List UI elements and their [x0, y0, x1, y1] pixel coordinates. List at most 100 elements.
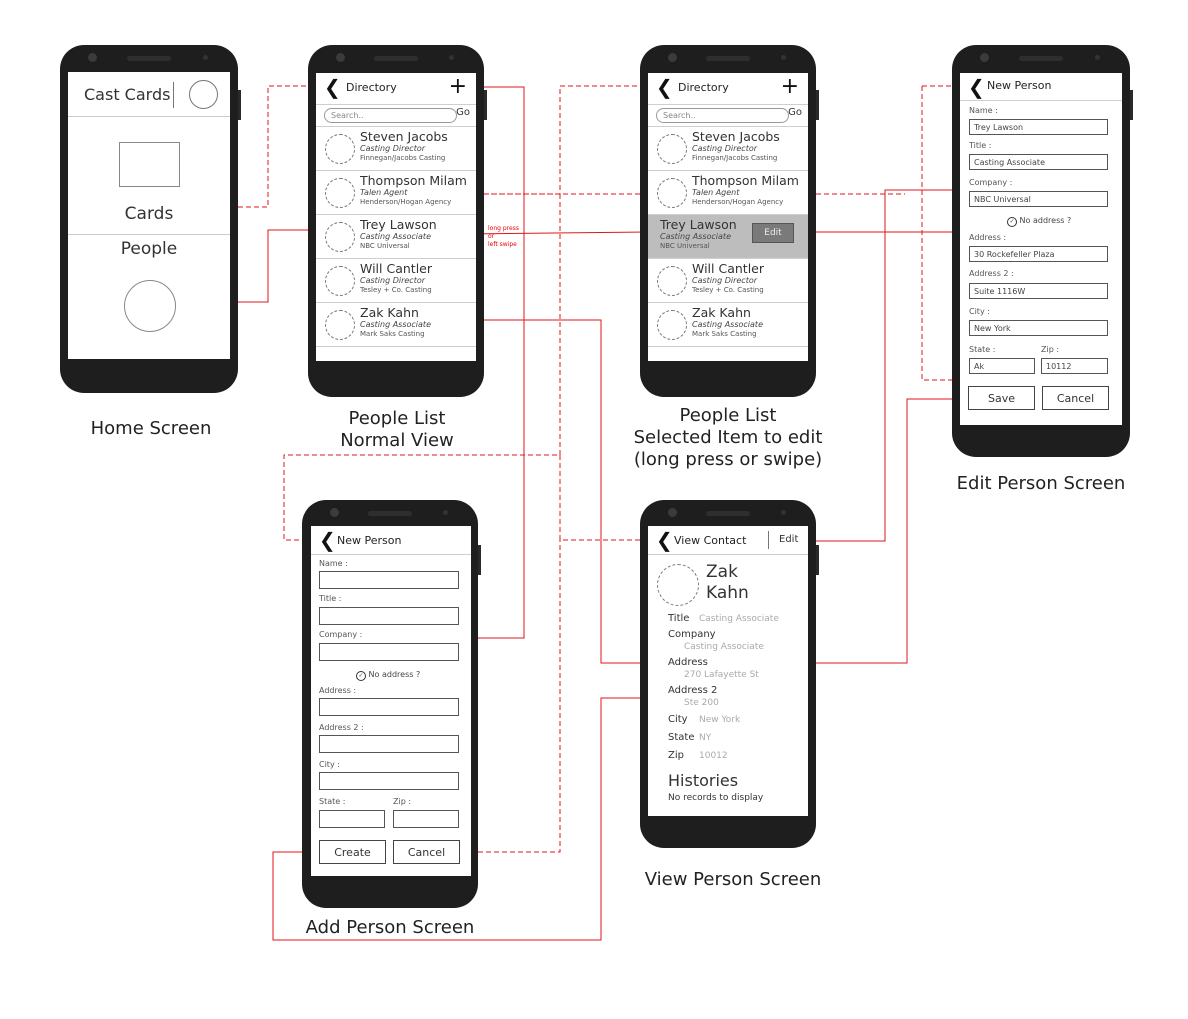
selected-list-item[interactable]: Trey Lawson Casting Associate NBC Univer…	[648, 214, 808, 258]
address-field[interactable]	[319, 698, 459, 716]
zip-field[interactable]	[393, 810, 459, 828]
list-item[interactable]: Will Cantler Casting Director Tesley + C…	[316, 258, 476, 302]
company-label: Company :	[969, 178, 1013, 187]
person-name: Zak Kahn	[360, 305, 419, 320]
name-field[interactable]	[319, 571, 459, 589]
person-company: NBC Universal	[360, 242, 410, 250]
edit-button[interactable]: Edit	[752, 223, 794, 243]
home-screen: Cast Cards Cards People	[68, 72, 230, 359]
city-field[interactable]: New York	[969, 320, 1108, 336]
person-company: Mark Saks Casting	[692, 330, 757, 338]
edit-link[interactable]: Edit	[779, 534, 798, 545]
title-field[interactable]	[319, 607, 459, 625]
state-field[interactable]: Ak	[969, 358, 1035, 374]
list-item[interactable]: Thompson Milam Talen Agent Henderson/Hog…	[648, 170, 808, 214]
city-field[interactable]	[319, 772, 459, 790]
back-arrow-icon[interactable]: ❮	[656, 76, 673, 98]
search-input[interactable]: Search..	[656, 108, 789, 123]
company-field[interactable]: NBC Universal	[969, 191, 1108, 207]
address-value: 270 Lafayette St	[684, 670, 759, 680]
address2-field[interactable]	[319, 735, 459, 753]
zip-label: Zip :	[393, 797, 412, 806]
avatar	[325, 266, 355, 296]
view-person-screen: ❮ View Contact Edit Zak Kahn Title Casti…	[648, 526, 808, 816]
person-name: Steven Jacobs	[692, 129, 780, 144]
add-person-icon[interactable]: +	[449, 73, 467, 101]
title-label: Title :	[969, 141, 992, 150]
no-address-toggle[interactable]: ✓ No address ?	[356, 670, 420, 681]
zip-field[interactable]: 10112	[1041, 358, 1108, 374]
people-list-selected-screen: ❮ Directory + Search.. Go Steven Jacobs …	[648, 73, 808, 361]
person-name: Steven Jacobs	[360, 129, 448, 144]
state-field[interactable]	[319, 810, 385, 828]
name-field[interactable]: Trey Lawson	[969, 119, 1108, 135]
person-company: Tesley + Co. Casting	[360, 286, 432, 294]
phone-people-list: ❮ Directory + Search.. Go Steven Jacobs …	[308, 45, 487, 397]
avatar	[325, 178, 355, 208]
person-role: Talen Agent	[360, 188, 408, 197]
add-person-icon[interactable]: +	[781, 73, 799, 101]
back-arrow-icon[interactable]: ❮	[324, 76, 341, 98]
person-role: Casting Director	[360, 144, 426, 153]
address2-field[interactable]: Suite 1116W	[969, 283, 1108, 299]
back-arrow-icon[interactable]: ❮	[968, 76, 985, 98]
contact-first-name: Zak	[706, 562, 738, 582]
add-header: ❮ New Person	[311, 526, 471, 555]
title-field[interactable]: Casting Associate	[969, 154, 1108, 170]
person-name: Will Cantler	[360, 261, 432, 276]
form-title: New Person	[987, 79, 1052, 92]
create-button[interactable]: Create	[319, 840, 386, 864]
person-role: Casting Director	[692, 276, 758, 285]
people-circle-icon[interactable]	[124, 280, 176, 332]
search-input[interactable]: Search..	[324, 108, 457, 123]
phone-add-person: ❮ New Person Name : Title : Company : ✓ …	[302, 500, 481, 908]
phone-home: Cast Cards Cards People	[60, 45, 241, 393]
add-person-screen: ❮ New Person Name : Title : Company : ✓ …	[311, 526, 471, 876]
city-label: City	[668, 714, 688, 725]
go-button[interactable]: Go	[788, 107, 802, 118]
go-button[interactable]: Go	[456, 107, 470, 118]
list-item[interactable]: Trey Lawson Casting Associate NBC Univer…	[316, 214, 476, 258]
contact-last-name: Kahn	[706, 583, 749, 603]
save-button[interactable]: Save	[968, 386, 1035, 410]
state-label: State :	[319, 797, 346, 806]
cards-image-icon[interactable]	[119, 142, 180, 187]
person-role: Talen Agent	[692, 188, 740, 197]
list-title: Directory	[678, 81, 729, 94]
address-label: Address :	[319, 686, 357, 695]
cards-label[interactable]: Cards	[68, 204, 230, 224]
company-field[interactable]	[319, 643, 459, 661]
person-name: Trey Lawson	[360, 217, 437, 232]
cancel-button[interactable]: Cancel	[393, 840, 460, 864]
list-item[interactable]: Thompson Milam Talen Agent Henderson/Hog…	[316, 170, 476, 214]
caption-add-person: Add Person Screen	[305, 917, 475, 938]
no-address-toggle[interactable]: ✓ No address ?	[1007, 216, 1071, 227]
profile-avatar-icon[interactable]	[189, 80, 218, 109]
cancel-button[interactable]: Cancel	[1042, 386, 1109, 410]
title-divider	[173, 82, 174, 108]
form-title: New Person	[337, 534, 402, 547]
list-item[interactable]: Zak Kahn Casting Associate Mark Saks Cas…	[316, 302, 476, 347]
city-label: City :	[319, 760, 340, 769]
view-title: View Contact	[674, 534, 747, 547]
address-field[interactable]: 30 Rockefeller Plaza	[969, 246, 1108, 262]
list-item[interactable]: Will Cantler Casting Director Tesley + C…	[648, 258, 808, 302]
back-arrow-icon[interactable]: ❮	[656, 529, 673, 551]
city-value: New York	[699, 715, 741, 725]
state-label: State	[668, 732, 695, 743]
caption-home: Home Screen	[90, 418, 212, 439]
company-label: Company	[668, 629, 716, 640]
phone-view-person: ❮ View Contact Edit Zak Kahn Title Casti…	[640, 500, 819, 848]
list-item[interactable]: Zak Kahn Casting Associate Mark Saks Cas…	[648, 302, 808, 347]
company-label: Company :	[319, 630, 363, 639]
list-item[interactable]: Steven Jacobs Casting Director Finnegan/…	[316, 126, 476, 170]
back-arrow-icon[interactable]: ❮	[319, 529, 336, 551]
header-divider	[768, 531, 769, 549]
zip-value: 10012	[699, 751, 728, 761]
title-value: Casting Associate	[699, 614, 779, 624]
avatar	[325, 134, 355, 164]
list-item[interactable]: Steven Jacobs Casting Director Finnegan/…	[648, 126, 808, 170]
city-label: City :	[969, 307, 990, 316]
people-label[interactable]: People	[68, 239, 230, 259]
person-company: NBC Universal	[660, 242, 710, 250]
